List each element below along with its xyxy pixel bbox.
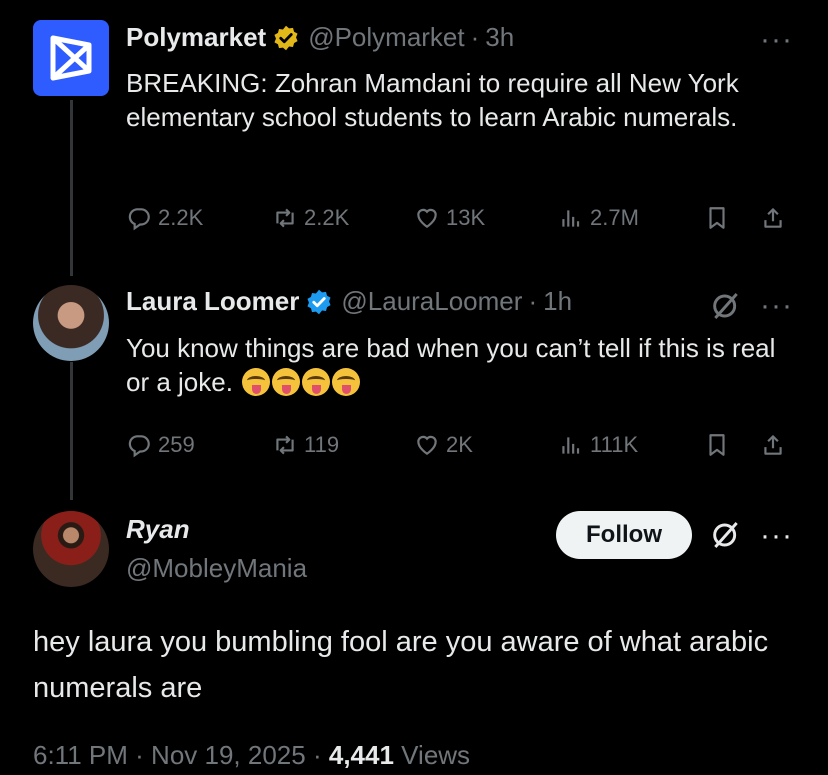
main-tweet-text: hey laura you bumbling fool are you awar… — [33, 626, 769, 704]
views-button[interactable]: 111K — [558, 432, 638, 458]
tweet-meta: 6:11 PM · Nov 19, 2025 · 4,441 Views — [33, 740, 470, 771]
bookmark-icon — [709, 434, 725, 456]
bookmark-button[interactable] — [704, 432, 736, 458]
reply-icon — [128, 435, 150, 458]
views-button[interactable]: 2.7M — [558, 205, 639, 231]
views-count: 4,441 — [328, 740, 394, 770]
repost-button[interactable]: 119 — [272, 432, 339, 458]
tweet-2-text: You know things are bad when you can’t t… — [126, 331, 791, 399]
separator-dot: · — [312, 740, 322, 770]
zany-face-icon — [332, 368, 361, 396]
author-name[interactable]: Polymarket — [126, 22, 266, 53]
verified-badge-icon — [307, 289, 331, 314]
grok-icon[interactable] — [710, 290, 742, 322]
thread-line-2 — [70, 362, 73, 500]
laura-avatar[interactable] — [33, 285, 109, 361]
author-handle[interactable]: @MobleyMania — [126, 553, 307, 584]
polymarket-logo-icon — [50, 35, 92, 81]
reply-button[interactable]: 2.2K — [126, 205, 203, 231]
follow-button[interactable]: Follow — [556, 511, 692, 559]
verified-badge-icon — [274, 25, 298, 50]
repost-count: 119 — [304, 432, 340, 457]
reply-icon — [128, 208, 150, 231]
more-icon[interactable]: ··· — [760, 291, 793, 321]
separator-dot: · — [135, 740, 144, 770]
bookmark-icon — [709, 207, 725, 229]
tweet-date[interactable]: Nov 19, 2025 — [151, 740, 306, 770]
grok-icon[interactable] — [710, 519, 742, 551]
like-button[interactable]: 13K — [414, 205, 485, 231]
author-handle[interactable]: @Polymarket — [308, 22, 464, 53]
tweet-2-header: Laura Loomer @LauraLoomer · 1h — [126, 286, 572, 317]
tweet-1-text: BREAKING: Zohran Mamdani to require all … — [126, 68, 739, 132]
separator-dot: · — [470, 22, 480, 52]
share-icon — [764, 435, 782, 455]
reply-button[interactable]: 259 — [126, 432, 195, 458]
zany-face-icon — [302, 368, 331, 396]
author-name[interactable]: Ryan — [126, 514, 190, 545]
repost-icon — [276, 208, 294, 228]
tweet-1-header: Polymarket @Polymarket · 3h — [126, 22, 514, 53]
zany-face-icon — [272, 368, 301, 396]
tweet-1-actions: 2.2K 2.2K 13K 2.7M — [126, 205, 792, 239]
share-button[interactable] — [760, 205, 792, 231]
views-label: Views — [401, 740, 471, 770]
more-icon[interactable]: ··· — [760, 25, 793, 55]
repost-count: 2.2K — [304, 205, 350, 230]
bookmark-button[interactable] — [704, 205, 736, 231]
reply-count: 259 — [158, 432, 195, 457]
ryan-avatar[interactable] — [33, 511, 109, 587]
repost-button[interactable]: 2.2K — [272, 205, 349, 231]
views-icon — [562, 210, 580, 227]
more-icon[interactable]: ··· — [760, 521, 793, 551]
tweet-2-text-content: You know things are bad when you can’t t… — [126, 333, 776, 397]
views-count: 2.7M — [590, 205, 639, 230]
share-icon — [764, 208, 782, 228]
repost-icon — [276, 435, 294, 455]
thread-line-1 — [70, 100, 73, 276]
views-count: 111K — [590, 432, 639, 457]
polymarket-avatar[interactable] — [33, 20, 109, 96]
tweet-time[interactable]: 3h — [485, 22, 514, 53]
views-icon — [562, 437, 580, 454]
reply-count: 2.2K — [158, 205, 204, 230]
author-name[interactable]: Laura Loomer — [126, 286, 299, 317]
tweet-2-actions: 259 119 2K 111K — [126, 432, 792, 466]
like-button[interactable]: 2K — [414, 432, 473, 458]
like-count: 2K — [446, 432, 473, 457]
tweet-time[interactable]: 6:11 PM — [33, 740, 128, 770]
like-count: 13K — [446, 205, 486, 230]
separator-dot: · — [528, 286, 538, 316]
share-button[interactable] — [760, 432, 792, 458]
like-icon — [417, 208, 437, 228]
tweet-time[interactable]: 1h — [543, 286, 572, 317]
like-icon — [417, 435, 437, 455]
author-handle[interactable]: @LauraLoomer — [341, 286, 522, 317]
zany-face-icon — [242, 368, 271, 396]
